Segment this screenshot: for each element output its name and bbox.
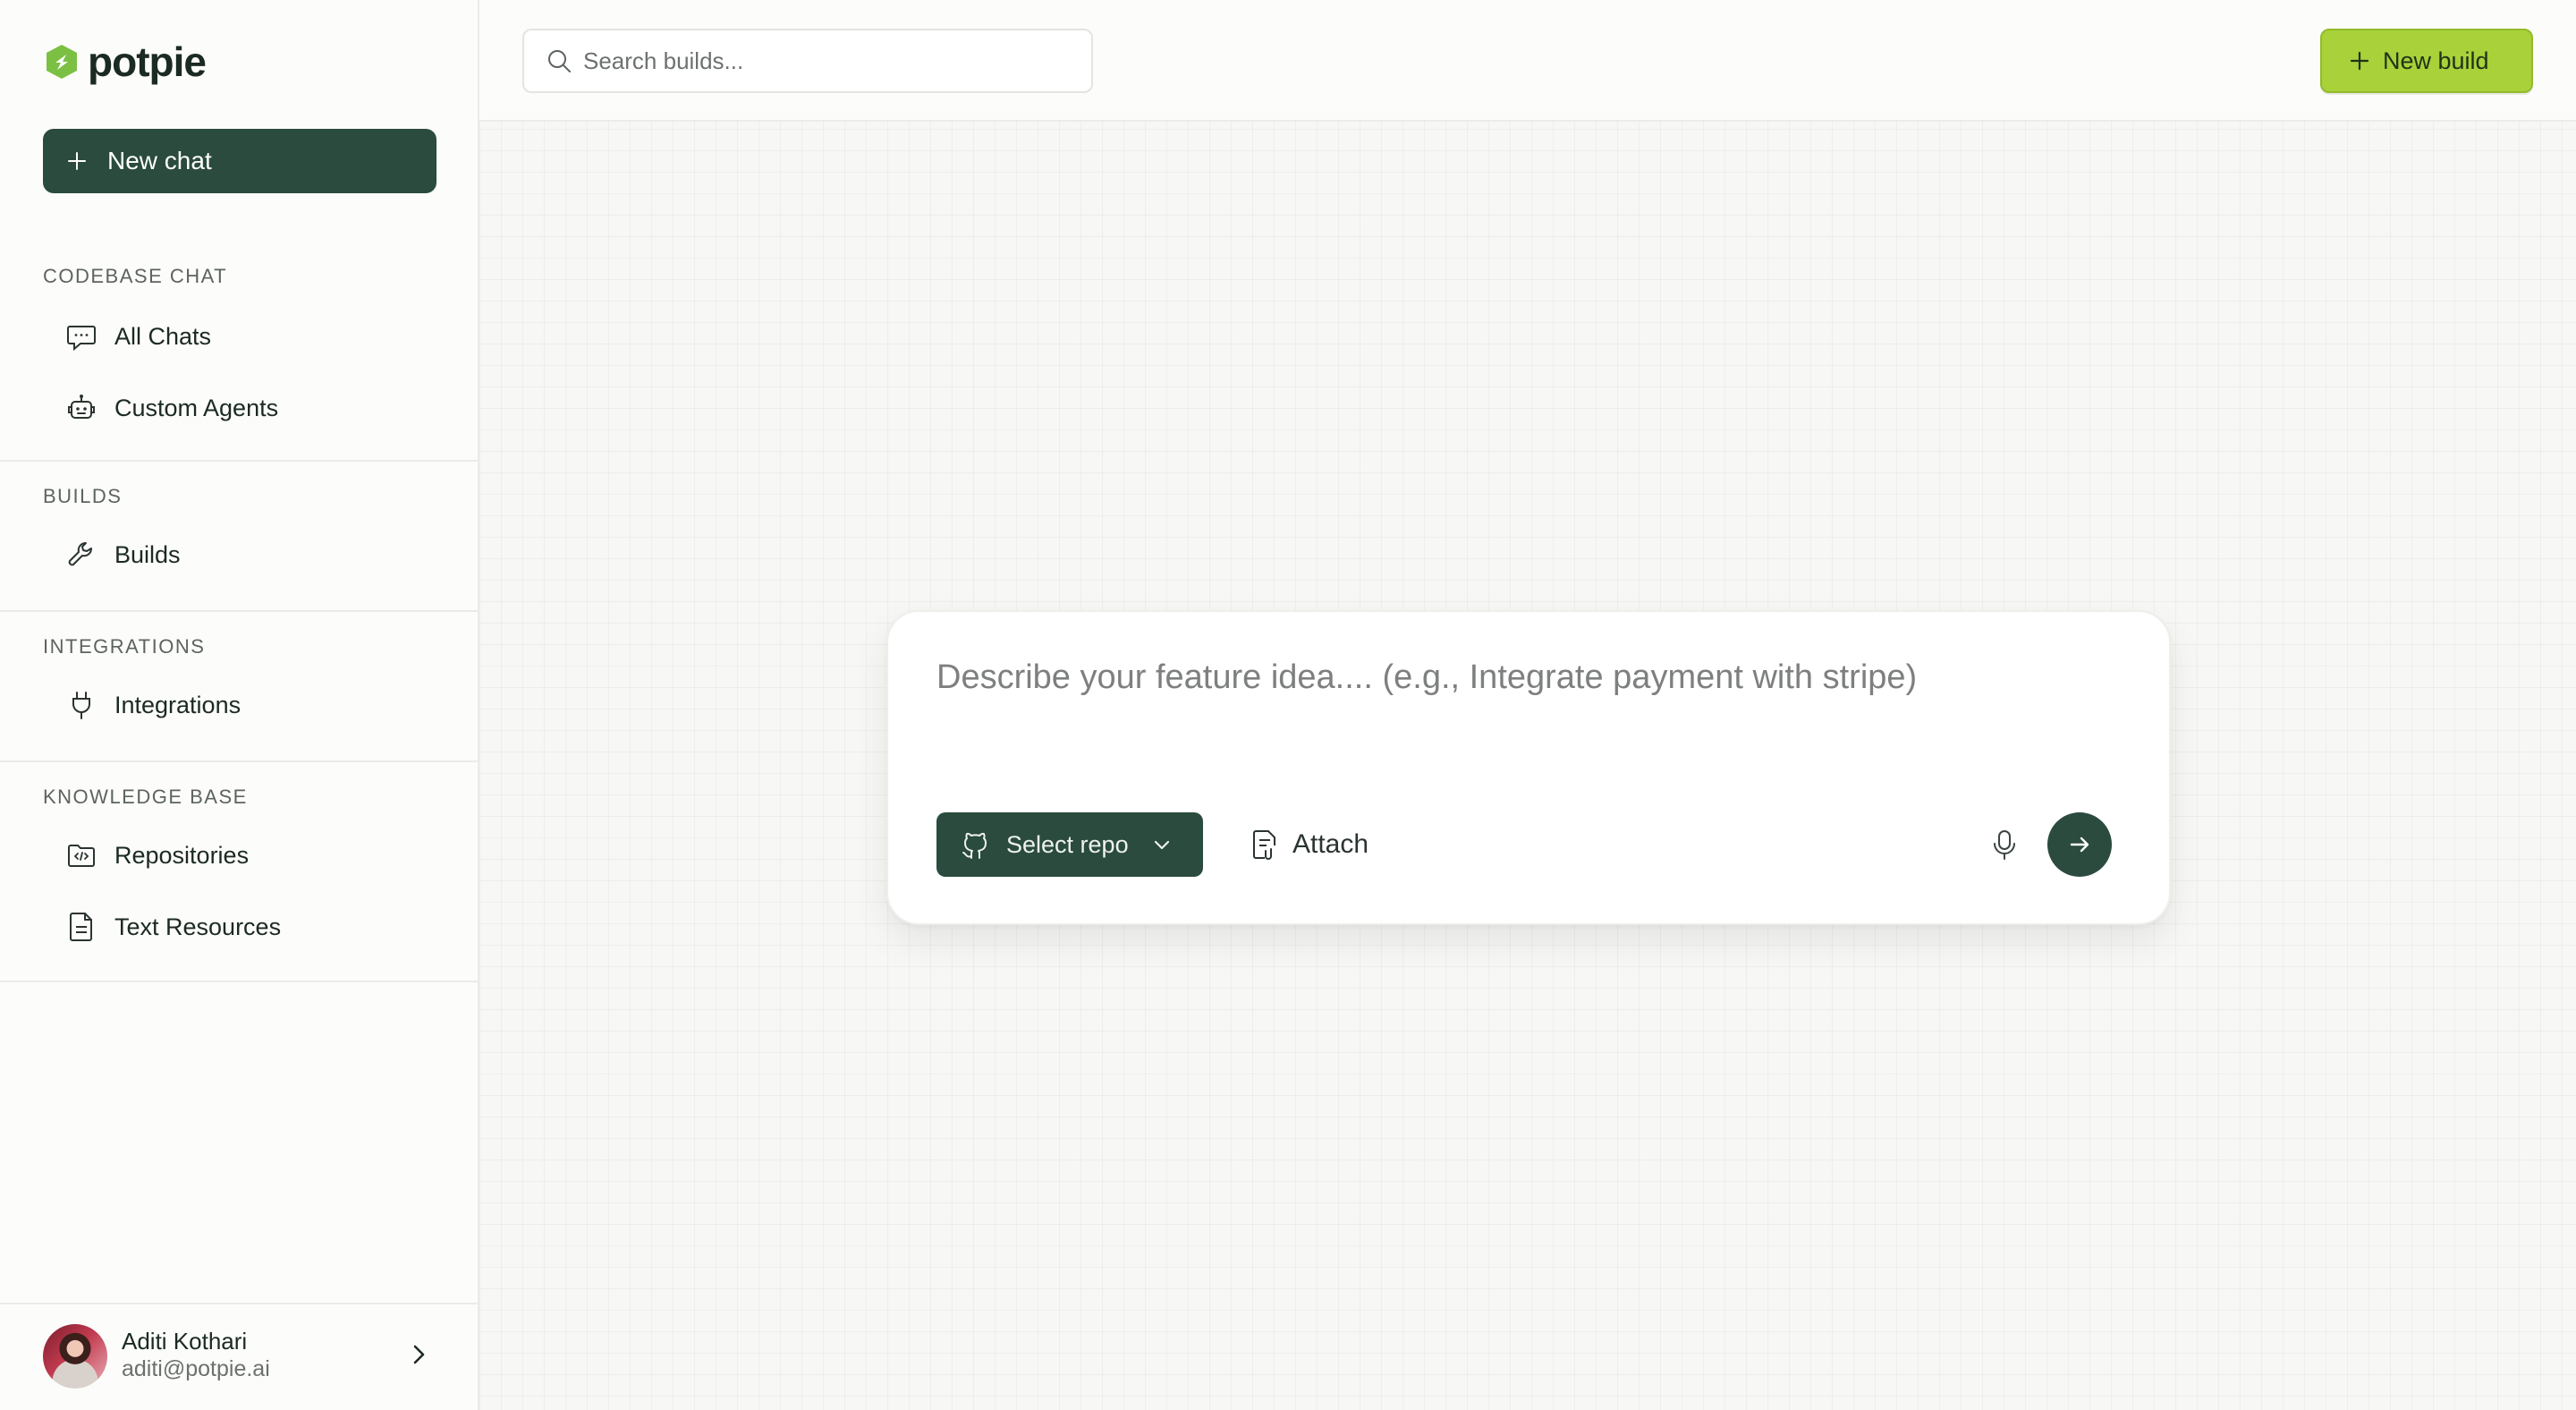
new-build-label: New build — [2383, 47, 2489, 74]
sidebar-item-label: All Chats — [114, 322, 212, 350]
search-input[interactable] — [583, 47, 1084, 75]
section-title: KNOWLEDGE BASE — [43, 786, 248, 808]
sidebar-item-repositories[interactable]: Repositories — [64, 836, 249, 875]
send-button[interactable] — [2047, 812, 2112, 877]
sidebar-item-text-resources[interactable]: Text Resources — [64, 907, 281, 947]
section-title: BUILDS — [43, 485, 123, 507]
sidebar-item-builds[interactable]: Builds — [64, 535, 181, 574]
sidebar-item-label: Repositories — [114, 841, 250, 869]
user-email: aditi@potpie.ai — [122, 1356, 270, 1381]
code-folder-icon — [68, 845, 95, 867]
feature-description-input[interactable] — [936, 658, 2117, 766]
sidebar-item-label: Text Resources — [114, 913, 282, 940]
potpie-logo-icon — [47, 45, 77, 79]
search-box[interactable] — [522, 29, 1093, 93]
logo[interactable]: potpie — [43, 38, 207, 85]
avatar — [43, 1324, 107, 1389]
brand-name: potpie — [88, 38, 207, 85]
topbar: New build — [479, 0, 2576, 122]
attach-label: Attach — [1292, 829, 1369, 859]
app-root: potpie New chat CODEBASE CHAT All Chats — [0, 0, 2576, 1410]
plus-icon — [2350, 51, 2369, 71]
document-icon — [70, 913, 92, 941]
section-builds: BUILDS Builds — [0, 462, 478, 612]
section-integrations: INTEGRATIONS Integrations — [0, 612, 478, 762]
sidebar-item-custom-agents[interactable]: Custom Agents — [64, 388, 278, 428]
chevron-right-icon[interactable] — [404, 1340, 433, 1369]
select-repo-dropdown[interactable]: Select repo — [936, 812, 1203, 877]
new-chat-button[interactable]: New chat — [43, 129, 436, 193]
section-title: CODEBASE CHAT — [43, 265, 228, 287]
sidebar: potpie New chat CODEBASE CHAT All Chats — [0, 0, 479, 1410]
section-codebase-chat: CODEBASE CHAT All Chats Custom Agents — [0, 242, 478, 462]
arrow-right-icon — [2070, 837, 2089, 853]
main-area: New build Select repo Attac — [479, 0, 2576, 1410]
section-title: INTEGRATIONS — [43, 635, 206, 658]
section-knowledge-base: KNOWLEDGE BASE Repositories Text Resourc… — [0, 762, 478, 982]
feature-composer: Select repo Attach — [886, 610, 2171, 925]
github-icon — [962, 832, 987, 859]
chevron-down-icon — [1154, 840, 1169, 850]
sidebar-item-label: Builds — [114, 540, 181, 568]
attach-button[interactable]: Attach — [1248, 820, 1368, 870]
select-repo-label: Select repo — [1006, 830, 1129, 858]
new-chat-label: New chat — [107, 147, 212, 174]
new-build-button[interactable]: New build — [2320, 29, 2533, 93]
robot-icon — [68, 395, 95, 419]
sidebar-item-label: Custom Agents — [114, 394, 279, 421]
sidebar-item-all-chats[interactable]: All Chats — [64, 317, 211, 356]
user-profile[interactable]: Aditi Kothari aditi@potpie.ai — [0, 1303, 478, 1410]
sidebar-item-label: Integrations — [114, 691, 242, 718]
search-icon — [548, 50, 571, 72]
plug-icon — [72, 692, 90, 719]
wrench-icon — [68, 542, 92, 566]
microphone-icon[interactable] — [1987, 827, 2022, 862]
chat-bubble-icon — [67, 326, 96, 352]
attach-file-icon — [1253, 830, 1275, 860]
user-name: Aditi Kothari — [122, 1328, 248, 1355]
plus-icon — [68, 152, 86, 170]
sidebar-item-integrations[interactable]: Integrations — [64, 685, 241, 725]
